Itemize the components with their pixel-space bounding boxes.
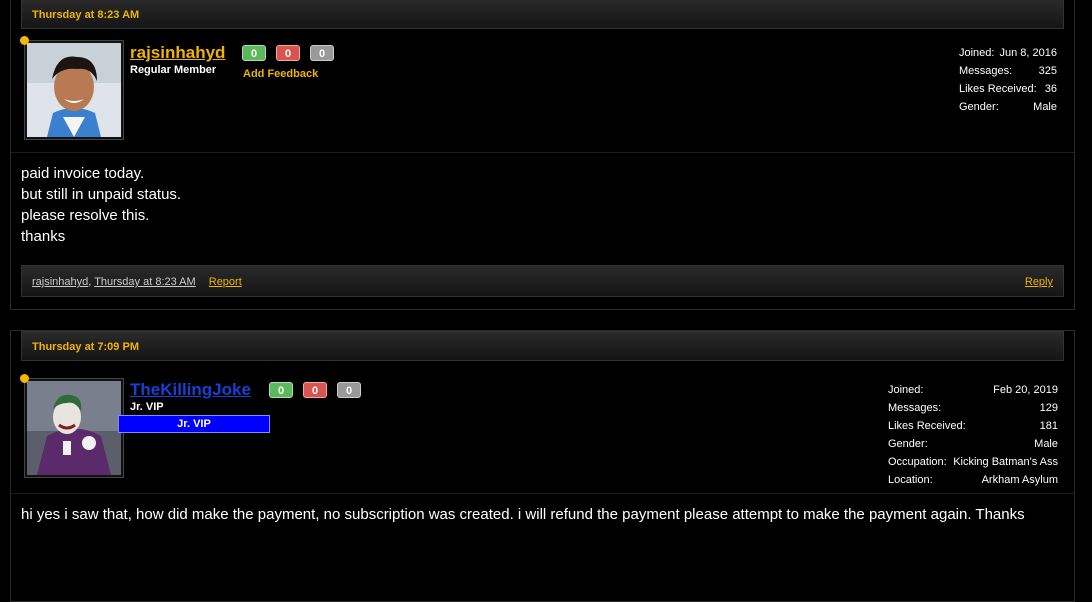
date-link[interactable]: Thursday at 8:23 AM [94,276,196,288]
online-indicator [20,36,29,45]
avatar[interactable] [20,374,124,478]
post-footer: rajsinhahyd, Thursday at 8:23 AM Report … [21,265,1064,297]
user-title: Regular Member [130,64,217,76]
post-message: paid invoice today. but still in unpaid … [21,163,181,247]
stat-messages: Messages: 325 [959,65,1057,77]
post-meta: rajsinhahyd, Thursday at 8:23 AM Report [32,276,242,288]
user-title: Jr. VIP [130,401,164,413]
stat-occupation: Occupation: Kicking Batman's Ass [888,456,1058,468]
stat-location: Location: Arkham Asylum [888,474,1058,486]
report-link[interactable]: Report [209,276,242,288]
feedback-negative-badge[interactable]: 0 [276,45,300,61]
stat-gender: Gender: Male [888,438,1058,450]
stat-messages: Messages: 129 [888,402,1058,414]
user-stats: Joined: Feb 20, 2019 Messages: 129 Likes R… [888,381,1058,489]
feedback-neutral-badge[interactable]: 0 [337,382,361,398]
post-2: Thursday at 7:09 PM TheKillingJoke Jr. V… [10,330,1075,602]
add-feedback-link[interactable]: Add Feedback [243,68,318,80]
stat-likes: Likes Received: 36 [959,83,1057,95]
vip-badge: Jr. VIP [118,415,270,433]
message-line: hi yes i saw that, how did make the paym… [21,506,1025,523]
feedback-negative-badge[interactable]: 0 [303,382,327,398]
message-line: thanks [21,228,66,245]
feedback-neutral-badge[interactable]: 0 [310,45,334,61]
stat-likes: Likes Received: 181 [888,420,1058,432]
avatar[interactable] [20,36,124,140]
stat-joined: Joined: Feb 20, 2019 [888,384,1058,396]
author-link[interactable]: rajsinhahyd [32,276,88,288]
message-line: paid invoice today. [21,165,145,182]
reply-link[interactable]: Reply [1025,276,1053,288]
online-indicator [20,374,29,383]
post-1: Thursday at 8:23 AM rajsinhahyd Regular … [10,0,1075,310]
divider [11,152,1074,153]
feedback-positive-badge[interactable]: 0 [269,382,293,398]
username-link[interactable]: TheKillingJoke [130,380,251,400]
post-date-header: Thursday at 7:09 PM [21,331,1064,361]
message-line: but still in unpaid status. [21,186,182,203]
post-message: hi yes i saw that, how did make the paym… [21,504,1025,525]
post-date-header: Thursday at 8:23 AM [21,0,1064,29]
username-link[interactable]: rajsinhahyd [130,43,225,63]
stat-joined: Joined: Jun 8, 2016 [959,47,1057,59]
feedback-positive-badge[interactable]: 0 [242,45,266,61]
stat-gender: Gender: Male [959,101,1057,113]
user-stats: Joined: Jun 8, 2016 Messages: 325 Likes Re… [959,44,1057,116]
divider [11,493,1074,494]
message-line: please resolve this. [21,207,150,224]
